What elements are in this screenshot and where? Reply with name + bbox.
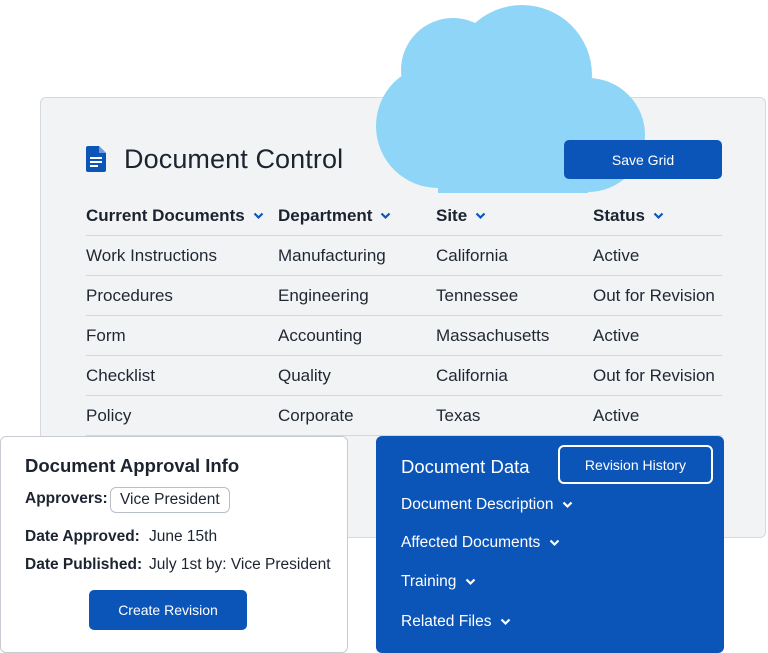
cell-status: Active bbox=[593, 245, 640, 265]
documents-table: Current Documents Department Site Status… bbox=[86, 196, 722, 436]
accordion-label: Document Description bbox=[401, 496, 554, 513]
date-approved-label: Date Approved: bbox=[25, 528, 140, 545]
cell-status: Active bbox=[593, 325, 640, 345]
accordion-document-description[interactable]: Document Description bbox=[401, 496, 573, 514]
date-published-label: Date Published: bbox=[25, 556, 143, 573]
chevron-down-icon bbox=[253, 212, 263, 219]
chevron-down-icon bbox=[475, 212, 486, 219]
cell-site: California bbox=[436, 245, 508, 265]
date-published-value: July 1st by: Vice President bbox=[149, 556, 331, 573]
column-header-site[interactable]: Site bbox=[436, 206, 593, 226]
chevron-down-icon bbox=[501, 618, 511, 626]
column-header-label: Department bbox=[278, 205, 373, 225]
create-revision-button[interactable]: Create Revision bbox=[89, 590, 247, 630]
table-row[interactable]: Work Instructions Manufacturing Californ… bbox=[86, 236, 722, 276]
revision-history-button[interactable]: Revision History bbox=[558, 445, 713, 484]
cell-department: Accounting bbox=[278, 325, 363, 345]
column-header-label: Site bbox=[436, 205, 468, 225]
cell-status: Out for Revision bbox=[593, 285, 715, 305]
cell-status: Active bbox=[593, 405, 640, 425]
table-row[interactable]: Form Accounting Massachusetts Active bbox=[86, 316, 722, 356]
cell-document: Policy bbox=[86, 405, 132, 425]
column-header-label: Status bbox=[593, 205, 645, 225]
accordion-related-files[interactable]: Related Files bbox=[401, 613, 511, 631]
chevron-down-icon bbox=[563, 501, 573, 509]
column-header-current-documents[interactable]: Current Documents bbox=[86, 206, 278, 226]
chevron-down-icon bbox=[381, 212, 391, 219]
accordion-label: Related Files bbox=[401, 613, 492, 630]
cell-department: Corporate bbox=[278, 405, 354, 425]
table-row[interactable]: Procedures Engineering Tennessee Out for… bbox=[86, 276, 722, 316]
cell-department: Quality bbox=[278, 365, 331, 385]
table-header-row: Current Documents Department Site Status bbox=[86, 196, 722, 236]
approvers-label: Approvers: bbox=[25, 490, 108, 507]
table-row[interactable]: Checklist Quality California Out for Rev… bbox=[86, 356, 722, 396]
cell-department: Manufacturing bbox=[278, 245, 386, 265]
table-row[interactable]: Policy Corporate Texas Active bbox=[86, 396, 722, 436]
column-header-status[interactable]: Status bbox=[593, 206, 722, 226]
accordion-label: Affected Documents bbox=[401, 534, 541, 551]
page-title: Document Control bbox=[124, 143, 344, 174]
cell-site: Massachusetts bbox=[436, 325, 550, 345]
save-grid-button[interactable]: Save Grid bbox=[564, 140, 722, 179]
chevron-down-icon bbox=[550, 539, 560, 547]
document-data-title: Document Data bbox=[401, 456, 530, 477]
cell-document: Procedures bbox=[86, 285, 173, 305]
approval-title: Document Approval Info bbox=[25, 455, 240, 476]
column-header-label: Current Documents bbox=[86, 205, 245, 225]
chevron-down-icon bbox=[653, 212, 664, 219]
date-approved-value: June 15th bbox=[149, 528, 218, 545]
chevron-down-icon bbox=[466, 578, 476, 586]
document-icon bbox=[86, 146, 106, 172]
accordion-training[interactable]: Training bbox=[401, 573, 476, 591]
cell-document: Work Instructions bbox=[86, 245, 218, 265]
cell-site: Tennessee bbox=[436, 285, 519, 305]
cell-department: Engineering bbox=[278, 285, 369, 305]
cell-site: Texas bbox=[436, 405, 481, 425]
cell-document: Checklist bbox=[86, 365, 155, 385]
accordion-label: Training bbox=[401, 573, 457, 590]
accordion-affected-documents[interactable]: Affected Documents bbox=[401, 534, 560, 552]
page-header: Document Control bbox=[86, 142, 343, 176]
cell-status: Out for Revision bbox=[593, 365, 715, 385]
cell-document: Form bbox=[86, 325, 126, 345]
approvers-badge: Vice President bbox=[110, 487, 230, 513]
column-header-department[interactable]: Department bbox=[278, 206, 436, 226]
cell-site: California bbox=[436, 365, 508, 385]
